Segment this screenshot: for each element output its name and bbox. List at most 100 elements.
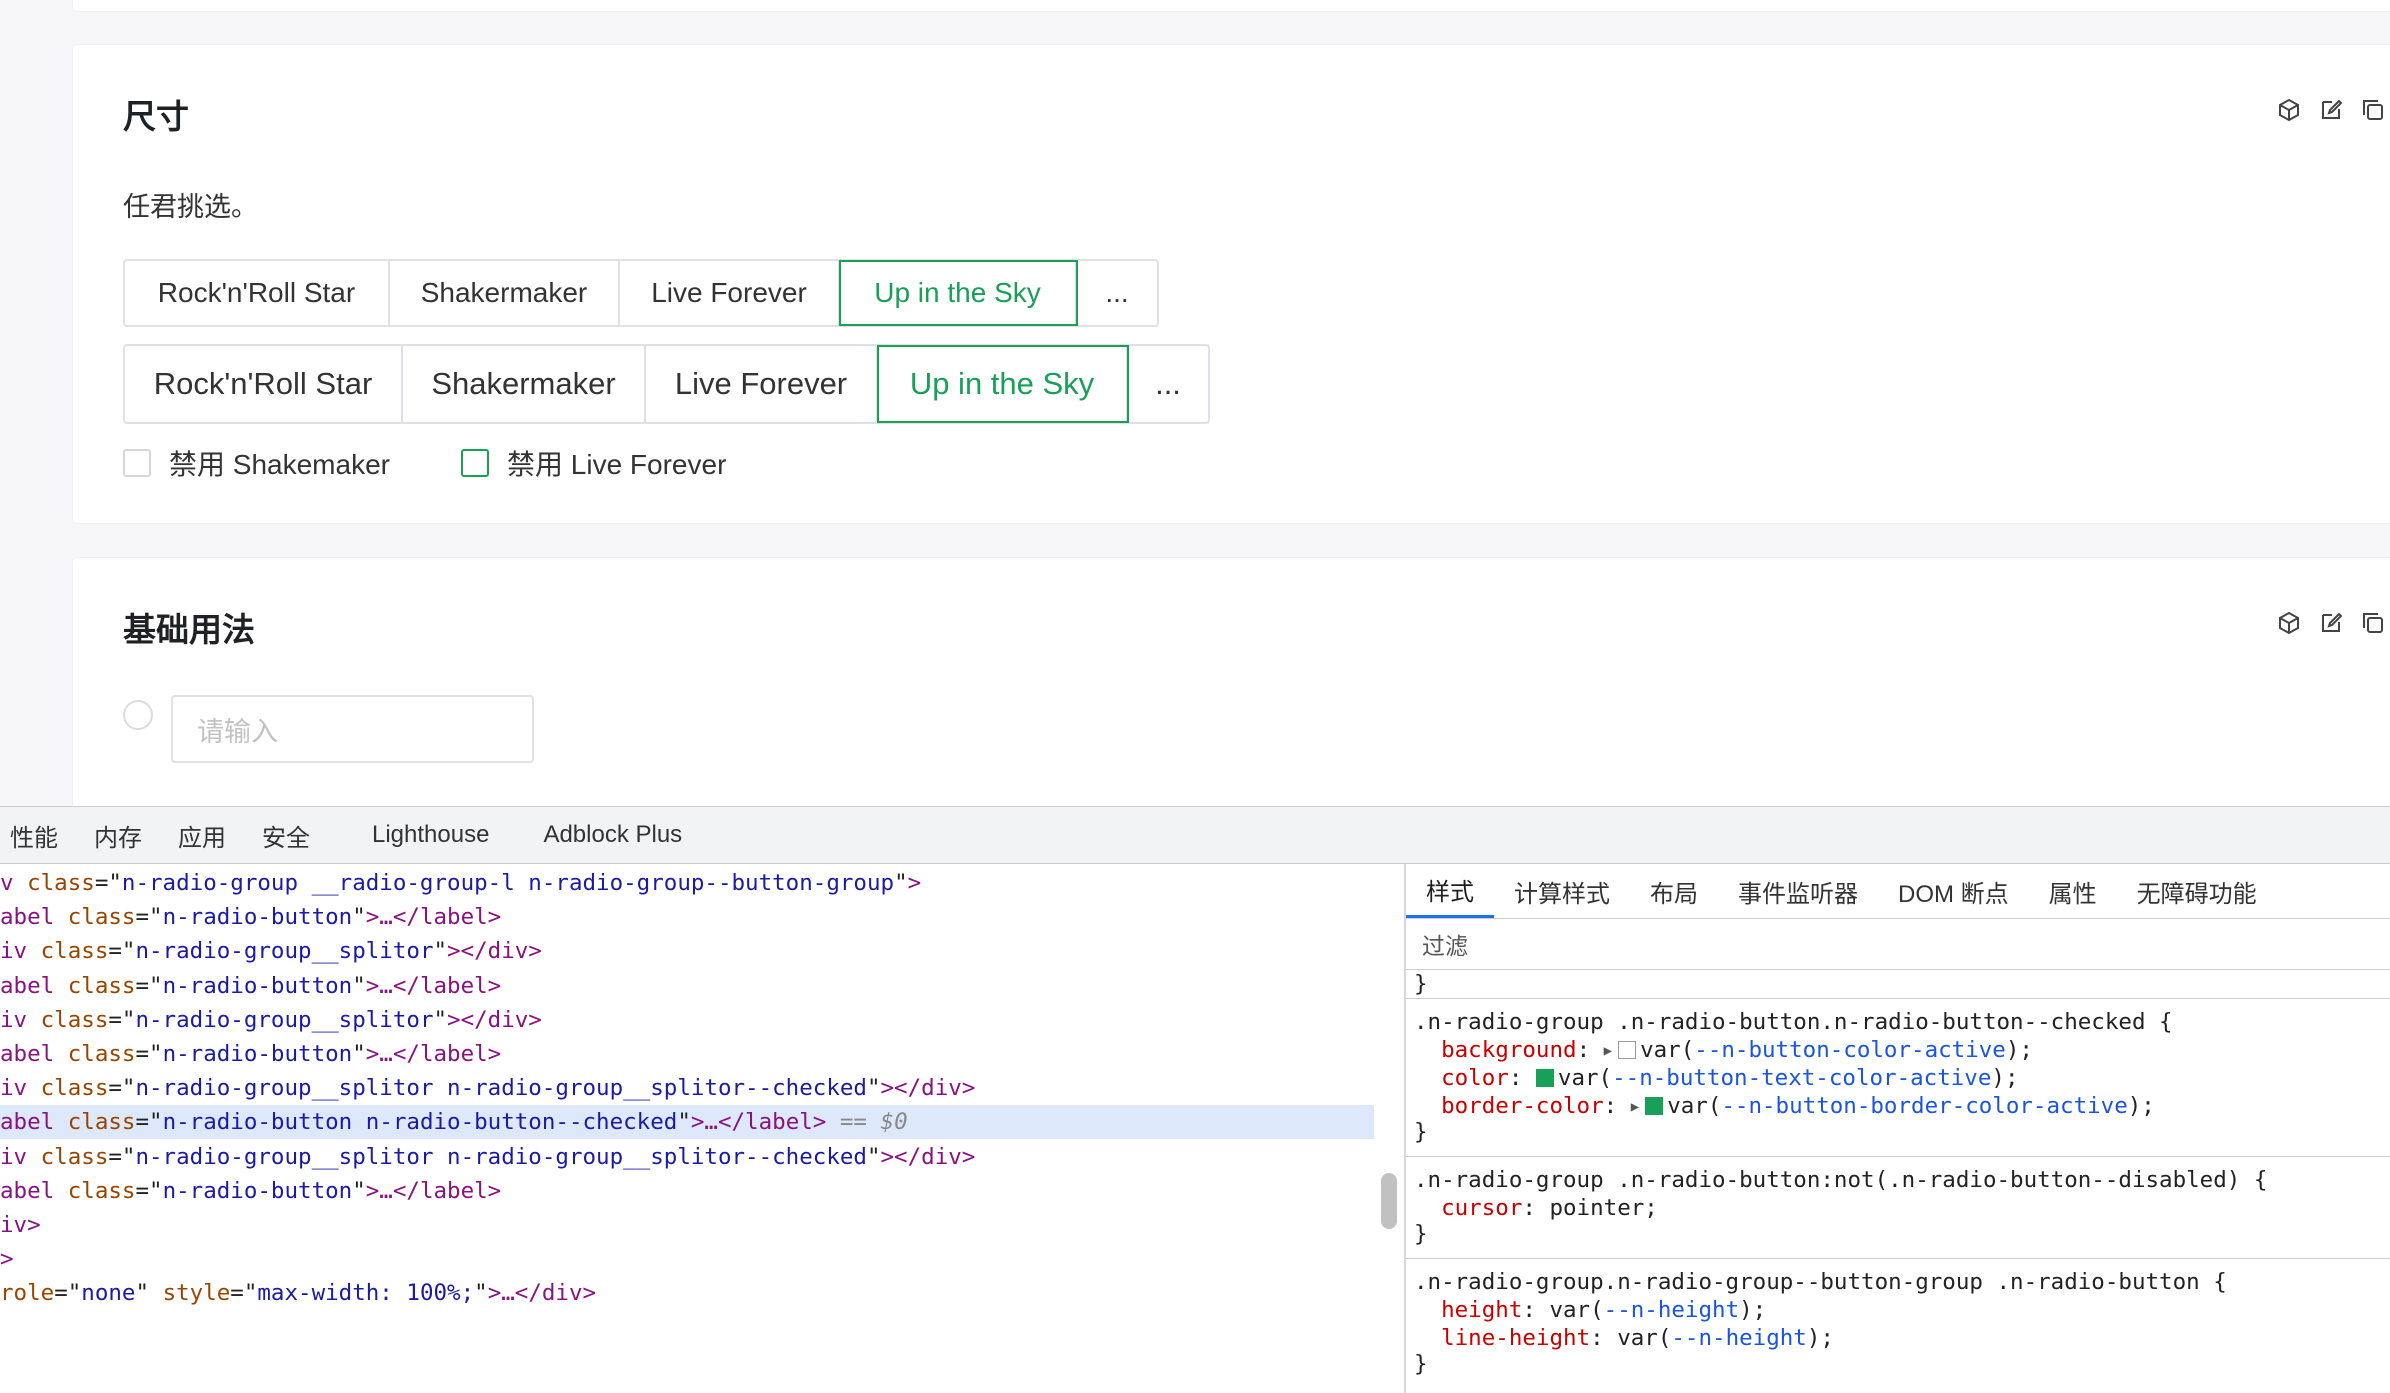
property-name: line-height bbox=[1441, 1325, 1591, 1351]
radio-button-up-in-the-sky[interactable]: Up in the Sky bbox=[839, 260, 1078, 326]
tab-application[interactable]: 应用 bbox=[168, 818, 252, 853]
selected-marker: == $0 bbox=[826, 1109, 908, 1136]
dom-node-line[interactable]: abel class="n-radio-button">…</label> bbox=[0, 969, 1374, 1003]
value-func: ); bbox=[1739, 1297, 1767, 1323]
declaration-line: line-height: var(--n-height); bbox=[1414, 1324, 1834, 1352]
punct: =" bbox=[108, 1075, 136, 1102]
css-variable: --n-height bbox=[1671, 1325, 1807, 1351]
radio-button-shakermaker[interactable]: Shakermaker bbox=[390, 261, 620, 325]
cube-icon[interactable] bbox=[2276, 97, 2302, 123]
radio-button-shakermaker[interactable]: Shakermaker bbox=[403, 346, 646, 422]
tab-layout[interactable]: 布局 bbox=[1630, 864, 1718, 918]
brace: } bbox=[1414, 971, 1428, 997]
declaration-line: color: var(--n-button-text-color-active)… bbox=[1414, 1064, 2019, 1092]
elements-scrollbar[interactable] bbox=[1381, 1173, 1397, 1229]
brace: } bbox=[1414, 1221, 1428, 1247]
styles-tabbar: 样式 计算样式 布局 事件监听器 DOM 断点 属性 无障碍功能 bbox=[1406, 864, 2390, 919]
color-swatch[interactable] bbox=[1535, 1069, 1554, 1087]
devtools-panel: 性能 内存 应用 安全 Lighthouse Adblock Plus v cl… bbox=[0, 806, 2390, 1393]
edit-icon[interactable] bbox=[2318, 97, 2344, 123]
radio-button-rocknroll-star[interactable]: Rock'n'Roll Star bbox=[125, 346, 403, 422]
tab-adblock-plus[interactable]: Adblock Plus bbox=[533, 821, 708, 849]
input-placeholder: 请输入 bbox=[197, 716, 278, 747]
punct: : bbox=[1522, 1297, 1550, 1323]
tab-security[interactable]: 安全 bbox=[252, 818, 362, 853]
radio-button-more[interactable]: ... bbox=[1077, 261, 1157, 325]
tag-name: iv bbox=[0, 938, 41, 965]
dom-node-line[interactable]: abel class="n-radio-button">…</label> bbox=[0, 1037, 1374, 1071]
tab-computed[interactable]: 计算样式 bbox=[1494, 864, 1630, 918]
radio-button-more[interactable]: ... bbox=[1128, 346, 1208, 422]
dom-node-line[interactable]: abel class="n-radio-button n-radio-butto… bbox=[0, 1105, 1374, 1140]
declaration-line: cursor: pointer; bbox=[1414, 1194, 1658, 1222]
checkbox-disable-shakemaker[interactable]: 禁用 Shakemaker bbox=[123, 443, 390, 483]
rule-separator bbox=[1406, 1258, 2390, 1259]
radio-button-up-in-the-sky[interactable]: Up in the Sky bbox=[877, 345, 1129, 423]
card-actions bbox=[2276, 610, 2386, 636]
tab-event-listeners[interactable]: 事件监听器 bbox=[1718, 864, 1878, 918]
dom-node-line[interactable]: iv> bbox=[0, 1208, 1374, 1242]
tag-close: >…</label> bbox=[690, 1109, 827, 1136]
radio-button-group-medium: Rock'n'Roll Star Shakermaker Live Foreve… bbox=[123, 259, 1159, 327]
dom-node-line[interactable]: abel class="n-radio-button">…</label> bbox=[0, 1174, 1374, 1208]
property-value: pointer; bbox=[1549, 1195, 1658, 1221]
edit-icon[interactable] bbox=[2318, 610, 2344, 636]
copy-icon[interactable] bbox=[2360, 97, 2386, 123]
cube-icon[interactable] bbox=[2276, 610, 2302, 636]
styles-filter-input[interactable]: 过滤 bbox=[1406, 919, 2390, 970]
dom-node-line[interactable]: v class="n-radio-group __radio-group-l n… bbox=[0, 866, 1374, 900]
attr-value: n-radio-group __radio-group-l n-radio-gr… bbox=[121, 870, 895, 896]
checkbox-disable-live-forever[interactable]: 禁用 Live Forever bbox=[461, 443, 726, 483]
tab-accessibility[interactable]: 无障碍功能 bbox=[2117, 864, 2277, 918]
tag-close: >…</label> bbox=[365, 1041, 502, 1067]
text-input[interactable]: 请输入 bbox=[171, 695, 534, 763]
tab-dom-breakpoints[interactable]: DOM 断点 bbox=[1878, 864, 2029, 918]
tab-properties[interactable]: 属性 bbox=[2029, 864, 2117, 918]
color-swatch[interactable] bbox=[1645, 1097, 1664, 1115]
dom-node-line[interactable]: abel class="n-radio-button">…</label> bbox=[0, 900, 1374, 934]
tab-styles[interactable]: 样式 bbox=[1406, 864, 1494, 918]
radio-button-rocknroll-star[interactable]: Rock'n'Roll Star bbox=[125, 261, 390, 325]
punct bbox=[149, 1280, 163, 1306]
tab-performance[interactable]: 性能 bbox=[0, 818, 84, 853]
tag-name: abel bbox=[0, 1109, 68, 1136]
radio-button-live-forever[interactable]: Live Forever bbox=[646, 346, 878, 422]
filter-placeholder: 过滤 bbox=[1422, 933, 1468, 959]
radio-button-live-forever[interactable]: Live Forever bbox=[620, 261, 840, 325]
punct: " bbox=[352, 1177, 366, 1204]
dom-node-line[interactable]: iv class="n-radio-group__splitor n-radio… bbox=[0, 1140, 1374, 1174]
tab-memory[interactable]: 内存 bbox=[84, 818, 168, 853]
tag-name: abel bbox=[0, 904, 68, 931]
radio-input[interactable] bbox=[123, 700, 153, 730]
attr-name: style bbox=[162, 1280, 231, 1307]
selector: .n-radio-group.n-radio-group--button-gro… bbox=[1414, 1269, 2227, 1295]
selector: .n-radio-group .n-radio-button:not(.n-ra… bbox=[1414, 1167, 2268, 1193]
copy-icon[interactable] bbox=[2360, 610, 2386, 636]
tag-text: iv> bbox=[0, 1212, 41, 1238]
tag-close: >…</div> bbox=[487, 1280, 597, 1307]
attr-name: class bbox=[67, 1109, 136, 1136]
punct: =" bbox=[135, 1177, 163, 1204]
styles-pane: 样式 计算样式 布局 事件监听器 DOM 断点 属性 无障碍功能 过滤 } .n-… bbox=[1406, 864, 2390, 1393]
value-func: ); bbox=[1991, 1065, 2019, 1091]
checkbox-box[interactable] bbox=[123, 449, 151, 477]
checkbox-box[interactable] bbox=[461, 449, 489, 477]
tag-close: >…</label> bbox=[365, 972, 502, 999]
tab-lighthouse[interactable]: Lighthouse bbox=[362, 821, 533, 849]
property-name: cursor bbox=[1441, 1195, 1523, 1221]
punct: =" bbox=[94, 870, 122, 896]
value-func: var( bbox=[1667, 1093, 1722, 1119]
attr-value: n-radio-group__splitor bbox=[135, 1006, 434, 1033]
tag-name: iv bbox=[0, 1143, 41, 1170]
expand-triangle: ▶ bbox=[1630, 1099, 1640, 1115]
dom-node-line[interactable]: role="none" style="max-width: 100%;">…</… bbox=[0, 1276, 1374, 1310]
color-swatch[interactable] bbox=[1618, 1041, 1637, 1059]
checkbox-label: 禁用 Shakemaker bbox=[169, 449, 390, 480]
punct: =" bbox=[108, 1006, 136, 1033]
dom-node-line[interactable]: > bbox=[0, 1242, 1374, 1276]
dom-node-line[interactable]: iv class="n-radio-group__splitor n-radio… bbox=[0, 1071, 1374, 1105]
dom-node-line[interactable]: iv class="n-radio-group__splitor"></div> bbox=[0, 934, 1374, 968]
dom-node-line[interactable]: iv class="n-radio-group__splitor"></div> bbox=[0, 1003, 1374, 1037]
